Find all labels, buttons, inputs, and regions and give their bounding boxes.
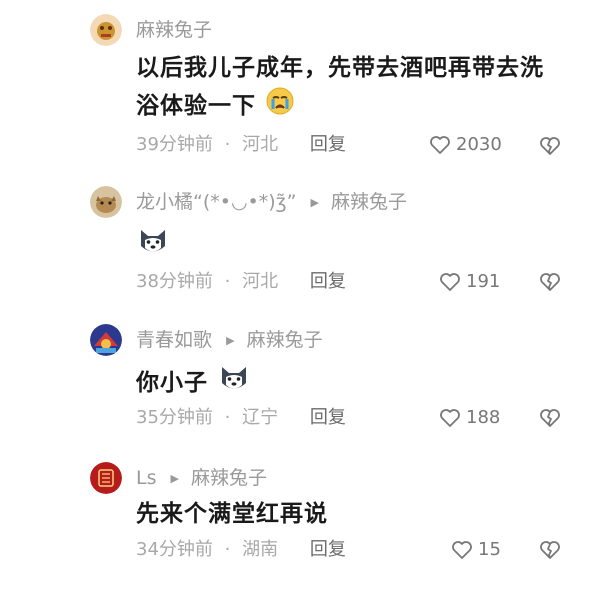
comment-location: 湖南	[242, 539, 279, 560]
reply-arrow-icon: ▶	[170, 472, 179, 485]
reply-button[interactable]: 回复	[310, 271, 346, 292]
reply-button[interactable]: 回复	[310, 539, 346, 560]
heart-icon	[440, 409, 460, 427]
reply-button[interactable]: 回复	[310, 407, 346, 428]
reply-arrow-icon: ▶	[226, 334, 235, 347]
comment-author-row: Ls ▶ 麻辣兔子	[136, 462, 267, 494]
comment-text	[136, 224, 556, 269]
reply-to-author[interactable]: 麻辣兔子	[331, 191, 407, 213]
comment-location: 辽宁	[242, 407, 279, 428]
comment-time: 39分钟前	[136, 134, 213, 155]
avatar[interactable]	[90, 14, 122, 46]
broken-heart-icon[interactable]	[538, 134, 562, 158]
comment-text: 你小子	[136, 361, 556, 406]
avatar[interactable]	[90, 186, 122, 218]
heart-icon	[430, 136, 450, 154]
husky-dog-icon	[136, 224, 170, 269]
comment-author[interactable]: 龙小橘“(*•◡•*)ʒ̃”	[136, 191, 296, 213]
comment-author-row: 龙小橘“(*•◡•*)ʒ̃” ▶ 麻辣兔子	[136, 186, 407, 218]
like-count: 191	[466, 271, 501, 292]
like-count: 188	[466, 407, 501, 428]
like-button[interactable]: 15	[450, 536, 501, 564]
broken-heart-icon[interactable]	[538, 270, 562, 294]
like-count: 15	[478, 539, 501, 560]
broken-heart-icon[interactable]	[538, 406, 562, 430]
comment-time: 34分钟前	[136, 539, 213, 560]
broken-heart-icon[interactable]	[538, 538, 562, 562]
comment-text: 以后我儿子成年，先带去酒吧再带去洗浴体验一下	[136, 50, 556, 127]
meta-separator: ·	[224, 271, 231, 292]
comment-location: 河北	[242, 134, 279, 155]
reply-to-author[interactable]: 麻辣兔子	[247, 329, 323, 351]
like-button[interactable]: 191	[438, 268, 500, 296]
like-button[interactable]: 188	[438, 404, 500, 432]
comment-author[interactable]: 青春如歌	[136, 329, 212, 351]
comment-author[interactable]: Ls	[136, 467, 156, 489]
comment-time: 38分钟前	[136, 271, 213, 292]
reply-to-author[interactable]: 麻辣兔子	[191, 467, 267, 489]
comment-meta: 39分钟前 · 河北 回复	[136, 131, 346, 159]
comment-time: 35分钟前	[136, 407, 213, 428]
comment-meta: 38分钟前 · 河北 回复	[136, 268, 346, 296]
comment-meta: 35分钟前 · 辽宁 回复	[136, 404, 346, 432]
like-button[interactable]: 2030	[428, 131, 502, 159]
reply-arrow-icon: ▶	[310, 196, 319, 209]
comment-author-row: 青春如歌 ▶ 麻辣兔子	[136, 324, 323, 356]
avatar[interactable]	[90, 324, 122, 356]
avatar[interactable]	[90, 462, 122, 494]
like-count: 2030	[456, 134, 502, 155]
reply-button[interactable]: 回复	[310, 134, 346, 155]
heart-icon	[452, 541, 472, 559]
crying-face-icon	[265, 86, 295, 127]
comment-meta: 34分钟前 · 湖南 回复	[136, 536, 346, 564]
comment-author-row: 麻辣兔子	[136, 14, 212, 46]
husky-dog-icon	[217, 361, 251, 406]
meta-separator: ·	[224, 134, 231, 155]
comment-text: 先来个满堂红再说	[136, 501, 328, 527]
heart-icon	[440, 273, 460, 291]
comment-author[interactable]: 麻辣兔子	[136, 19, 212, 41]
comment-location: 河北	[242, 271, 279, 292]
meta-separator: ·	[224, 539, 231, 560]
meta-separator: ·	[224, 407, 231, 428]
